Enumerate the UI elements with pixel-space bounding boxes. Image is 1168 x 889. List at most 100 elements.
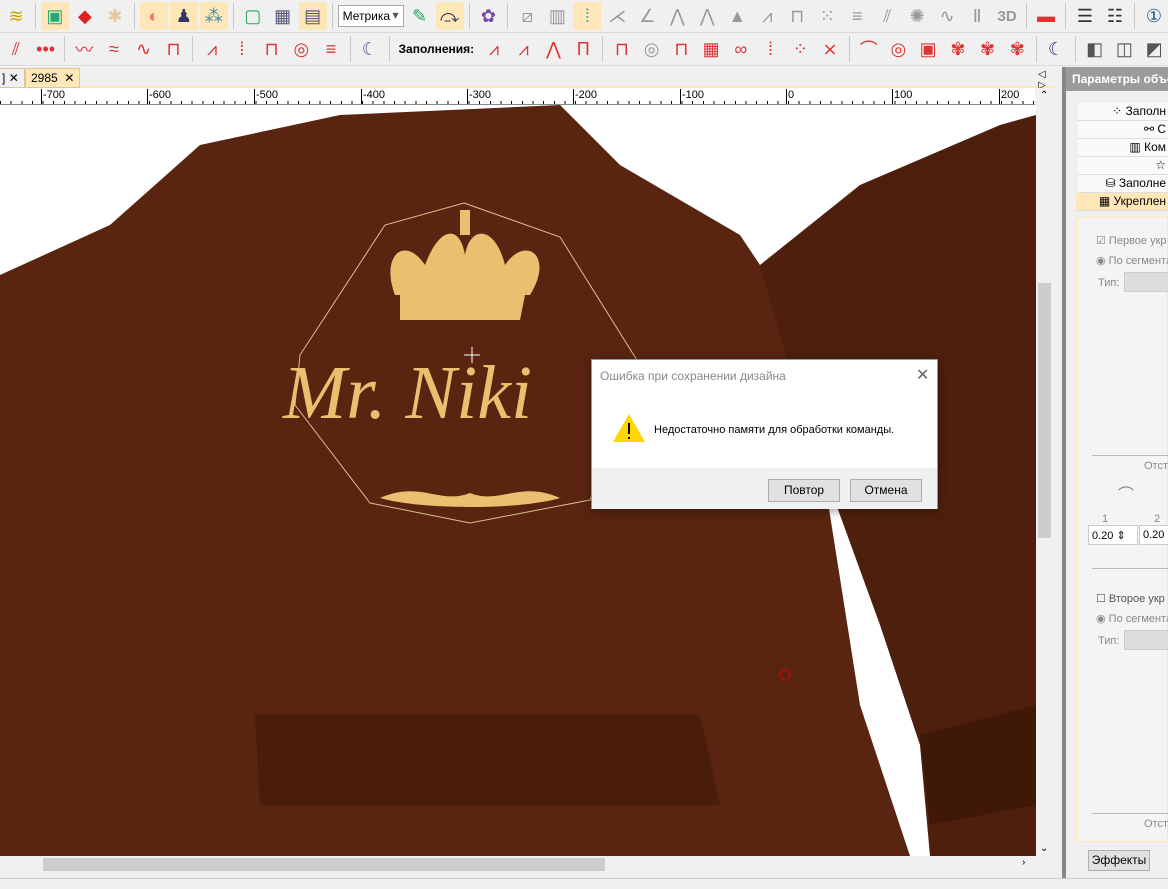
grid-icon[interactable]: ▦	[269, 2, 297, 30]
garment-icon[interactable]: ♟	[169, 2, 198, 30]
run-icon[interactable]: ⫽	[2, 35, 30, 63]
stripes-border-icon[interactable]: ≡	[317, 35, 345, 63]
panel-tab-underlay[interactable]: ▦ Укреплен	[1076, 193, 1168, 211]
status-bar	[0, 878, 1168, 889]
satin-border-icon[interactable]: ⩘	[198, 35, 226, 63]
tab-2985[interactable]: 2985 ✕	[25, 68, 81, 88]
square-wave-icon[interactable]: ⊓	[783, 2, 811, 30]
fill-satin-icon[interactable]: ⩘	[480, 35, 508, 63]
wave-icon[interactable]: ∿	[933, 2, 961, 30]
peak-icon[interactable]: ⋀	[663, 2, 691, 30]
fill-stipple2-icon[interactable]: ✾	[974, 35, 1002, 63]
fill-stipple-icon[interactable]: ✾	[944, 35, 972, 63]
panel-tab-fill2[interactable]: ⛁ Заполне	[1078, 175, 1168, 193]
shape-subtract-icon[interactable]: ◫	[1111, 35, 1139, 63]
angle-icon[interactable]: ∠	[633, 2, 661, 30]
fills-toolbar: ⫽ ••• 〰 ≈ ∿ ⊓ ⩘ ⁞ ⊓ ◎ ≡ ☾ Заполнения: ⩘ …	[0, 33, 1168, 66]
crescent-icon[interactable]: ☾	[356, 35, 384, 63]
hatch-icon[interactable]: ⫽	[873, 2, 901, 30]
fill-meander-icon[interactable]: ⊓	[667, 35, 695, 63]
fill-contour-icon[interactable]: ▣	[914, 35, 942, 63]
satin-icon[interactable]: ⧄	[513, 2, 541, 30]
effects-button[interactable]: Эффекты	[1088, 850, 1150, 871]
wheel-icon[interactable]: ✺	[903, 2, 931, 30]
offset-1-input[interactable]: 0.20 ⇕	[1088, 525, 1138, 545]
heavy-run-icon[interactable]: ≈	[100, 35, 128, 63]
horizontal-scrollbar[interactable]: ›	[0, 856, 1036, 873]
fill-wave-icon[interactable]: ⊓	[608, 35, 636, 63]
comb-run-icon[interactable]: ⊓	[160, 35, 188, 63]
star-shape-icon[interactable]: ✱	[101, 2, 129, 30]
fill-grid-icon[interactable]: ▦	[697, 35, 725, 63]
grid-guides-icon[interactable]: ▤	[298, 2, 327, 30]
close-icon[interactable]: ✕	[9, 71, 19, 85]
tatami-icon[interactable]: ⁞	[573, 2, 602, 30]
fill-lines-icon[interactable]: ⁞	[757, 35, 785, 63]
bead-icon[interactable]: •••	[32, 35, 60, 63]
panel-tab-comp[interactable]: ▥ Ком	[1078, 139, 1168, 157]
fish-icon[interactable]: ≋	[2, 2, 30, 30]
trim-icon[interactable]: ✿	[474, 2, 502, 30]
stitch-list2-icon[interactable]: ☷	[1101, 2, 1129, 30]
stitch-edit-icon[interactable]: ✎	[406, 2, 434, 30]
second-by-segment-radio[interactable]: ◉ По сегмента	[1096, 612, 1168, 625]
shape-union-icon[interactable]: ◧	[1081, 35, 1109, 63]
shapes-icon[interactable]: ◆	[71, 2, 99, 30]
close-icon[interactable]: ✕	[64, 71, 74, 85]
fill-chain-icon[interactable]: ∞	[727, 35, 755, 63]
fill-square-icon[interactable]: Π	[569, 35, 597, 63]
first-type-select[interactable]	[1124, 272, 1168, 292]
vertical-scroll-thumb[interactable]	[1038, 283, 1051, 538]
wave-run-icon[interactable]: ∿	[130, 35, 158, 63]
fill-cross-icon[interactable]: ⨯	[816, 35, 844, 63]
hoop-frame-icon[interactable]: ▢	[239, 2, 267, 30]
bricks-icon[interactable]: ▬	[1032, 2, 1060, 30]
second-type-select[interactable]	[1124, 630, 1168, 650]
fan-icon[interactable]: ⋌	[603, 2, 631, 30]
fill-zigzag-icon[interactable]: ⋀	[540, 35, 568, 63]
dashed-border-icon[interactable]: ⁞	[228, 35, 256, 63]
horizontal-scroll-thumb[interactable]	[43, 858, 605, 871]
lines-icon[interactable]: ≡	[843, 2, 871, 30]
loop-border-icon[interactable]: ◎	[287, 35, 315, 63]
stitch-list-icon[interactable]: ☰	[1071, 2, 1099, 30]
fill-stipple3-icon[interactable]: ✾	[1003, 35, 1031, 63]
dots-icon[interactable]: ⁙	[813, 2, 841, 30]
zigzag-icon[interactable]: ⩘	[753, 2, 781, 30]
thread-colors-icon[interactable]: ⁂	[199, 2, 228, 30]
fill-satin-heavy-icon[interactable]: ⩘	[510, 35, 538, 63]
vertical-scrollbar[interactable]: ⌃ ⌄	[1036, 88, 1053, 858]
retry-button[interactable]: Повтор	[768, 479, 840, 502]
picture-icon[interactable]: ▣	[40, 2, 69, 30]
3d-button[interactable]: 3D	[993, 2, 1021, 30]
zigzag-run-icon[interactable]: 〰	[70, 35, 98, 63]
fill-arcs-icon[interactable]: ⌒	[855, 35, 883, 63]
crescent-fill-icon[interactable]: ☾	[1042, 35, 1070, 63]
fill-dots-icon[interactable]: ⁘	[786, 35, 814, 63]
second-underlay-checkbox[interactable]: ☐ Второе укр	[1096, 592, 1165, 605]
fill-rings-icon[interactable]: ◎	[638, 35, 666, 63]
value: 0.20	[1092, 530, 1114, 542]
cancel-button[interactable]: Отмена	[850, 479, 922, 502]
peak2-icon[interactable]: ⋀	[693, 2, 721, 30]
units-select[interactable]: Метрика	[337, 5, 404, 27]
travel-icon[interactable]: ⤼	[435, 2, 464, 30]
first-underlay-checkbox[interactable]: ☑ Первое укр	[1096, 234, 1167, 247]
sequence-1-icon[interactable]: ①	[1140, 2, 1168, 30]
hoop-icon[interactable]: ◐	[139, 2, 168, 30]
column-wave-icon[interactable]: Ⅱ	[963, 2, 991, 30]
peak3-icon[interactable]: ▲	[723, 2, 751, 30]
fill-spiral-icon[interactable]: ◎	[885, 35, 913, 63]
shape-intersect-icon[interactable]: ◩	[1140, 35, 1168, 63]
panel-tab-star[interactable]: ☆	[1078, 157, 1168, 175]
panel-tab-fill[interactable]: ⁘ Заполн	[1078, 103, 1168, 121]
embroidery-text[interactable]: Mr. Niki	[283, 350, 532, 437]
first-by-segment-radio[interactable]: ◉ По сегмента	[1096, 254, 1168, 267]
tab-previous[interactable]: ] ✕	[0, 68, 25, 88]
panel-tab-outline[interactable]: ⚯ С	[1078, 121, 1168, 139]
square-border-icon[interactable]: ⊓	[258, 35, 286, 63]
offset-2-input[interactable]: 0.20	[1139, 525, 1168, 545]
fill-icon: ⁘	[1112, 104, 1126, 118]
column-icon[interactable]: ▥	[543, 2, 571, 30]
close-icon[interactable]: ✕	[916, 365, 929, 385]
